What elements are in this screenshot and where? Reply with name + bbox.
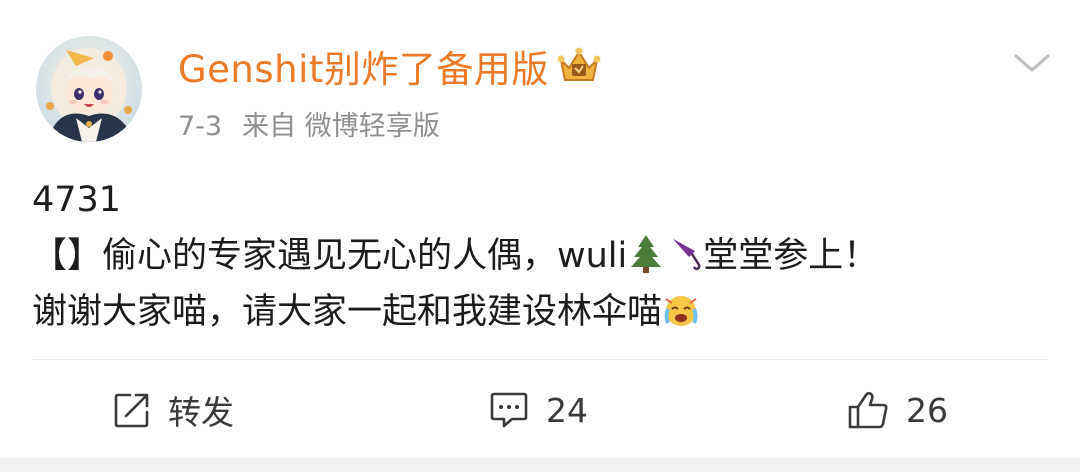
- comment-count: 24: [546, 390, 588, 430]
- content-line-3-text: 谢谢大家喵，请大家一起和我建设林伞喵: [32, 292, 663, 332]
- repost-icon: [114, 393, 149, 428]
- username[interactable]: Genshit别炸了备用版: [178, 39, 549, 93]
- post-source[interactable]: 来自 微博轻享版: [242, 111, 440, 142]
- comment-button[interactable]: 24: [488, 386, 588, 434]
- content-line-2-end: 堂堂参上！: [703, 236, 879, 276]
- umbrella-emoji-icon: [665, 233, 703, 273]
- tree-emoji-icon: [627, 233, 665, 273]
- repost-label: 转发: [168, 393, 234, 432]
- action-divider: [32, 359, 1048, 360]
- like-button[interactable]: 26: [846, 386, 948, 434]
- post-content: 4731 【】偷心的专家遇见无心的人偶，wuli 堂堂参上！ 谢谢大家喵，请大家一…: [32, 172, 1042, 340]
- username-row: Genshit别炸了备用版: [178, 38, 603, 94]
- post-separator-band: [0, 458, 1080, 472]
- like-count: 26: [906, 390, 948, 430]
- repost-button[interactable]: 转发: [112, 386, 234, 434]
- crown-badge-icon[interactable]: [555, 44, 603, 88]
- post-date: 7-3: [178, 111, 223, 142]
- content-line-2-text: 【】偷心的专家遇见无心的人偶，wuli: [32, 236, 628, 276]
- crying-face-emoji-icon: [662, 289, 700, 329]
- more-options-chevron-down-icon[interactable]: [1010, 48, 1054, 78]
- user-avatar[interactable]: [36, 36, 142, 142]
- thumbs-up-icon: [848, 391, 888, 429]
- post-meta: 7-3 来自 微博轻享版: [178, 104, 440, 143]
- anime-avatar-icon: [36, 36, 142, 142]
- content-line-2: 【】偷心的专家遇见无心的人偶，wuli 堂堂参上！: [32, 228, 1042, 284]
- comment-icon: [490, 392, 528, 428]
- content-line-3: 谢谢大家喵，请大家一起和我建设林伞喵: [32, 284, 1042, 340]
- content-line-1: 4731: [32, 180, 122, 220]
- weibo-post-card: Genshit别炸了备用版 7-3 来自 微博轻享版 4731 【】偷心的专家遇见…: [0, 0, 1080, 458]
